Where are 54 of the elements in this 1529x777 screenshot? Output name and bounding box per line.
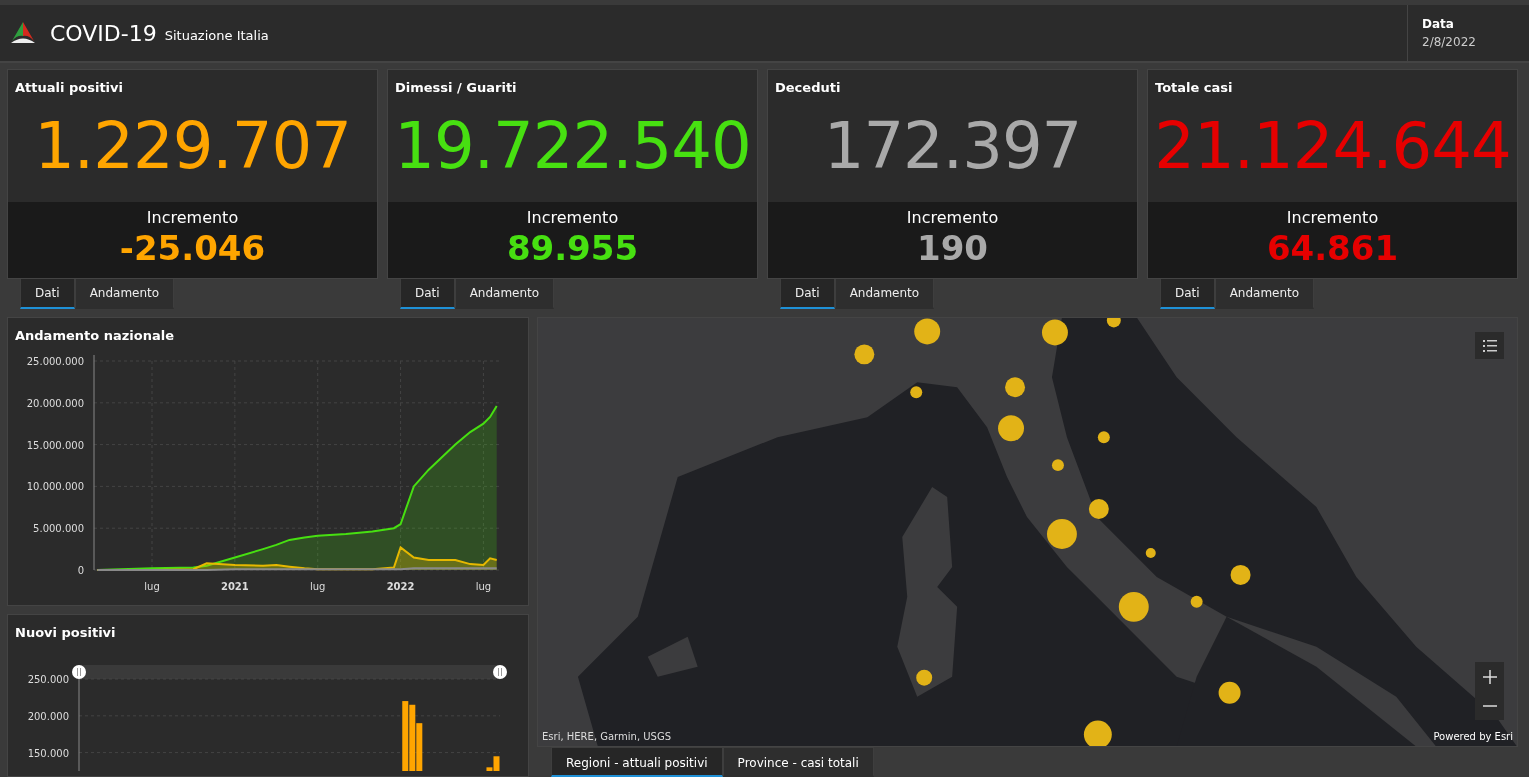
axis-label: 200.000 — [27, 710, 69, 722]
panel-title: Nuovi positivi — [14, 624, 117, 642]
tab[interactable]: Dati — [780, 279, 835, 309]
stat-value: 172.397 — [823, 113, 1082, 178]
axis-label: 250.000 — [27, 673, 69, 685]
date-value: 2/8/2022 — [1422, 34, 1477, 51]
slider-handle[interactable] — [493, 664, 507, 679]
axis-label: 0 — [77, 564, 84, 576]
tab[interactable]: Dati — [20, 279, 75, 309]
tab[interactable]: Regioni - attuali positivi — [551, 747, 723, 777]
legend-button[interactable] — [1475, 332, 1504, 359]
map-attribution: Esri, HERE, Garmin, USGS — [542, 730, 672, 744]
app-subtitle: Situazione Italia — [164, 26, 269, 45]
axis-label: 25.000.000 — [26, 355, 84, 367]
axis-label: 15.000.000 — [26, 439, 84, 451]
increment-label: Incremento — [1286, 207, 1379, 230]
map-attribution: Powered by Esri — [1433, 730, 1513, 744]
axis-label: 10.000.000 — [26, 480, 84, 492]
axis-label: 20.000.000 — [26, 397, 84, 409]
tab[interactable]: Dati — [400, 279, 455, 309]
minus-icon — [1482, 705, 1497, 707]
axis-label: lug — [475, 580, 492, 592]
increment-value: 190 — [917, 230, 988, 268]
tab[interactable]: Dati — [1160, 279, 1215, 309]
axis-label: 5.000.000 — [33, 522, 84, 534]
increment-value: -25.046 — [119, 230, 266, 268]
axis-label: 150.000 — [27, 747, 69, 759]
tab[interactable]: Andamento — [834, 279, 935, 309]
stat-value: 1.229.707 — [34, 113, 351, 178]
tab[interactable]: Andamento — [74, 279, 175, 309]
plus-icon — [1482, 670, 1497, 684]
card-title: Deceduti — [774, 79, 842, 97]
increment-label: Incremento — [906, 207, 999, 230]
increment-label: Incremento — [526, 207, 619, 230]
axis-label: 2021 — [220, 580, 249, 592]
increment-label: Incremento — [146, 207, 239, 230]
stat-value: 19.722.540 — [394, 113, 751, 178]
axis-label: lug — [144, 580, 160, 592]
axis-label: lug — [310, 580, 326, 592]
card-title: Attuali positivi — [14, 79, 124, 97]
tab[interactable]: Province - casi totali — [722, 747, 874, 777]
tab[interactable]: Andamento — [1214, 279, 1315, 309]
tab[interactable]: Andamento — [454, 279, 555, 309]
app-title: COVID-19 — [50, 19, 157, 48]
card-title: Totale casi — [1154, 79, 1234, 97]
card-title: Dimessi / Guariti — [394, 79, 518, 97]
increment-value: 64.861 — [1266, 230, 1399, 268]
list-icon — [1481, 338, 1498, 354]
increment-value: 89.955 — [506, 230, 639, 268]
slider-handle[interactable] — [72, 664, 86, 679]
panel-title: Andamento nazionale — [14, 327, 175, 345]
stat-value: 21.124.644 — [1154, 113, 1511, 178]
date-label: Data — [1422, 16, 1455, 33]
axis-label: 2022 — [386, 580, 415, 592]
